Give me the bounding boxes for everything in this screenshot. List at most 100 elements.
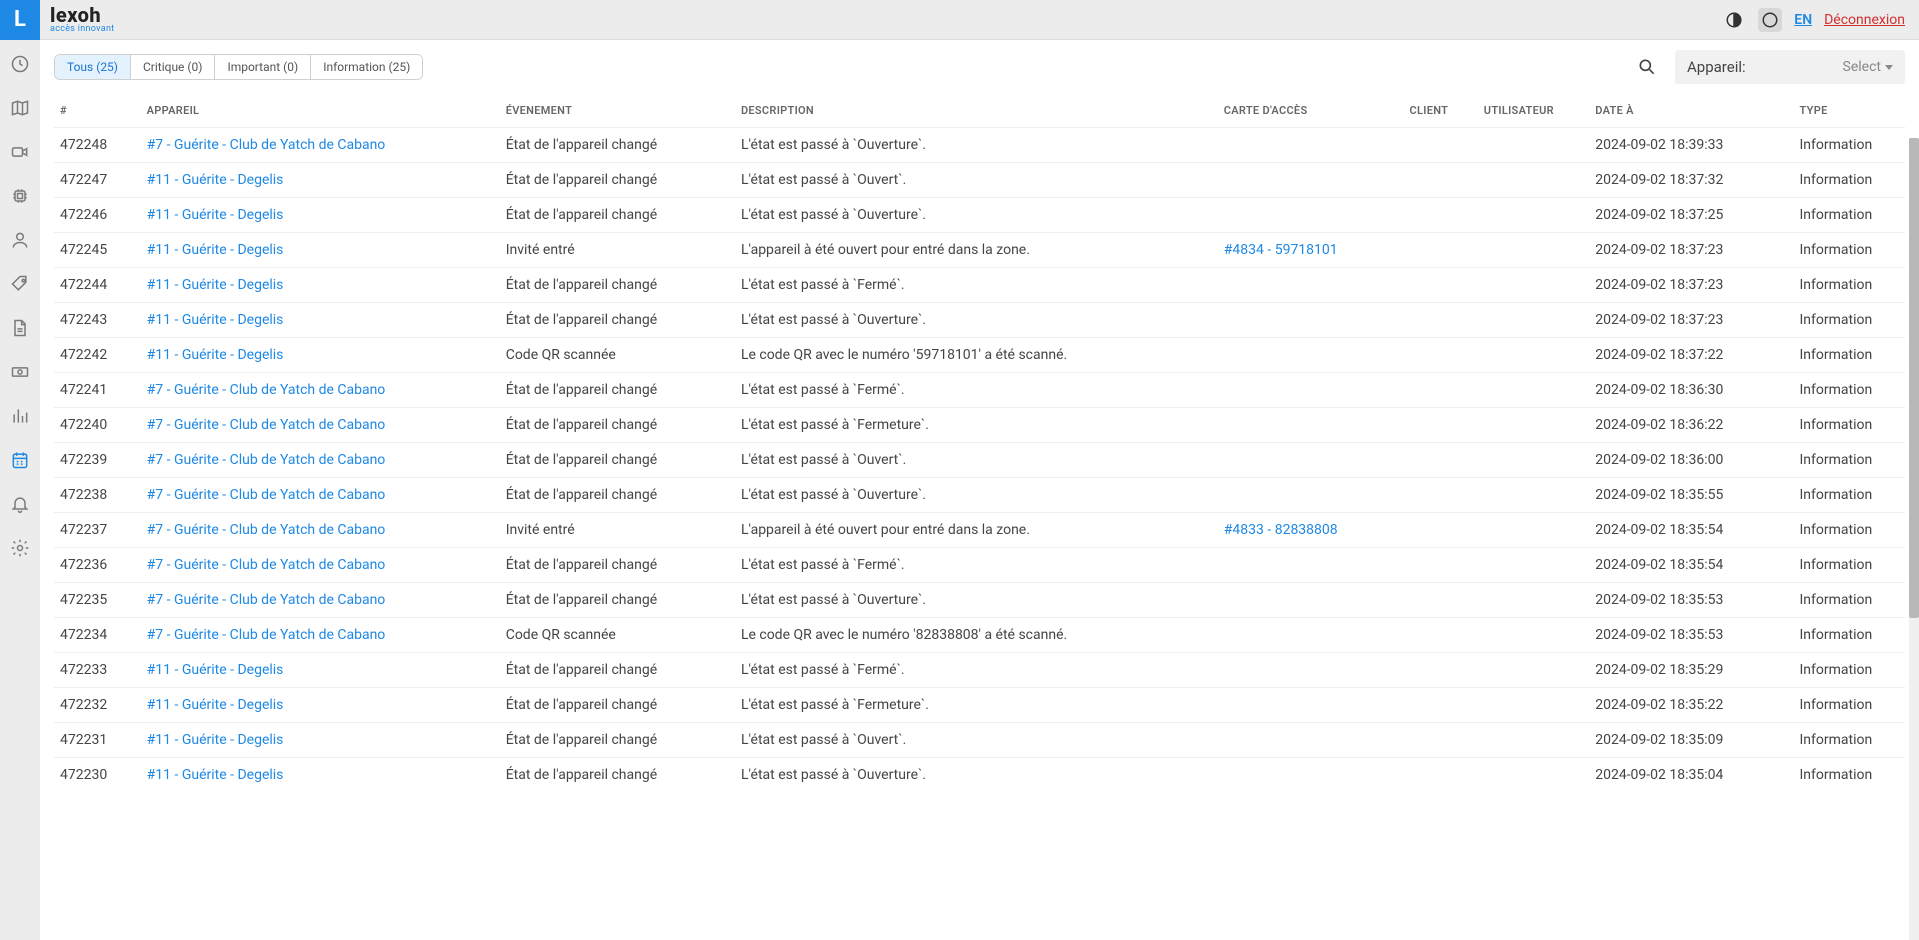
col-device[interactable]: APPAREIL <box>141 90 500 128</box>
table-row[interactable]: 472242#11 - Guérite - DegelisCode QR sca… <box>54 338 1905 373</box>
table-row[interactable]: 472246#11 - Guérite - DegelisÉtat de l'a… <box>54 198 1905 233</box>
table-row[interactable]: 472245#11 - Guérite - DegelisInvité entr… <box>54 233 1905 268</box>
table-row[interactable]: 472247#11 - Guérite - DegelisÉtat de l'a… <box>54 163 1905 198</box>
col-date[interactable]: DATE À <box>1589 90 1793 128</box>
cell-user <box>1478 443 1589 478</box>
device-filter[interactable]: Appareil: Select <box>1675 50 1905 84</box>
col-description[interactable]: DESCRIPTION <box>735 90 1218 128</box>
events-table-wrap[interactable]: # APPAREIL ÉVENEMENT DESCRIPTION CARTE D… <box>40 90 1919 940</box>
table-row[interactable]: 472244#11 - Guérite - DegelisÉtat de l'a… <box>54 268 1905 303</box>
tab-critical[interactable]: Critique (0) <box>131 55 215 79</box>
cell-card <box>1218 548 1404 583</box>
cell-card-link[interactable]: #4833 - 82838808 <box>1224 522 1338 538</box>
cell-client <box>1404 653 1478 688</box>
cell-device-link[interactable]: #7 - Guérite - Club de Yatch de Cabano <box>147 452 386 468</box>
cell-device: #7 - Guérite - Club de Yatch de Cabano <box>141 443 500 478</box>
col-type[interactable]: TYPE <box>1794 90 1906 128</box>
theme-light-toggle[interactable] <box>1758 8 1782 32</box>
col-card[interactable]: CARTE D'ACCÈS <box>1218 90 1404 128</box>
cell-client <box>1404 163 1478 198</box>
table-row[interactable]: 472230#11 - Guérite - DegelisÉtat de l'a… <box>54 758 1905 793</box>
tab-information[interactable]: Information (25) <box>311 55 422 79</box>
theme-dark-toggle[interactable] <box>1722 8 1746 32</box>
nav-chart[interactable] <box>8 404 32 428</box>
cell-device-link[interactable]: #11 - Guérite - Degelis <box>147 207 284 223</box>
cell-event: État de l'appareil changé <box>500 548 735 583</box>
col-user[interactable]: UTILISATEUR <box>1478 90 1589 128</box>
cell-device-link[interactable]: #7 - Guérite - Club de Yatch de Cabano <box>147 382 386 398</box>
cell-device-link[interactable]: #7 - Guérite - Club de Yatch de Cabano <box>147 487 386 503</box>
table-row[interactable]: 472240#7 - Guérite - Club de Yatch de Ca… <box>54 408 1905 443</box>
logo[interactable]: L <box>0 0 40 40</box>
cell-device-link[interactable]: #11 - Guérite - Degelis <box>147 662 284 678</box>
nav-clock[interactable] <box>8 52 32 76</box>
cell-device-link[interactable]: #11 - Guérite - Degelis <box>147 242 284 258</box>
nav-file[interactable] <box>8 316 32 340</box>
cell-device-link[interactable]: #7 - Guérite - Club de Yatch de Cabano <box>147 592 386 608</box>
cell-card-link[interactable]: #4834 - 59718101 <box>1224 242 1338 258</box>
cell-type: Information <box>1794 723 1906 758</box>
table-row[interactable]: 472236 #7 - Guérite - Club de Yatch de Ca… <box>54 548 1905 583</box>
table-row[interactable]: 472237#7 - Guérite - Club de Yatch de Ca… <box>54 513 1905 548</box>
table-row[interactable]: 472232#11 - Guérite - DegelisÉtat de l'a… <box>54 688 1905 723</box>
cell-device-link[interactable]: #7 - Guérite - Club de Yatch de Cabano <box>147 417 386 433</box>
cell-type: Information <box>1794 163 1906 198</box>
cell-id: 472236 <box>54 548 141 583</box>
cell-device-link[interactable]: #7 - Guérite - Club de Yatch de Cabano <box>147 522 386 538</box>
cell-description: L'état est passé à `Ouvert`. <box>735 443 1218 478</box>
cell-device-link[interactable]: #11 - Guérite - Degelis <box>147 312 284 328</box>
col-id[interactable]: # <box>54 90 141 128</box>
table-row[interactable]: 472235#7 - Guérite - Club de Yatch de Ca… <box>54 583 1905 618</box>
nav-device[interactable] <box>8 184 32 208</box>
cell-device-link[interactable]: #11 - Guérite - Degelis <box>147 732 284 748</box>
table-row[interactable]: 472238#7 - Guérite - Club de Yatch de Ca… <box>54 478 1905 513</box>
cell-device-link[interactable]: #7 - Guérite - Club de Yatch de Cabano <box>147 557 386 573</box>
cell-device-link[interactable]: #11 - Guérite - Degelis <box>147 277 284 293</box>
nav-user[interactable] <box>8 228 32 252</box>
nav-bell[interactable] <box>8 492 32 516</box>
cell-description: L'état est passé à `Fermé`. <box>735 653 1218 688</box>
cell-device-link[interactable]: #7 - Guérite - Club de Yatch de Cabano <box>147 137 386 153</box>
cell-device-link[interactable]: #11 - Guérite - Degelis <box>147 347 284 363</box>
cell-card <box>1218 478 1404 513</box>
nav-camera[interactable] <box>8 140 32 164</box>
tab-all[interactable]: Tous (25) <box>55 55 131 79</box>
table-row[interactable]: 472239#7 - Guérite - Club de Yatch de Ca… <box>54 443 1905 478</box>
cell-card <box>1218 583 1404 618</box>
scrollbar-thumb[interactable] <box>1909 138 1919 618</box>
cell-device-link[interactable]: #11 - Guérite - Degelis <box>147 767 284 783</box>
device-filter-select[interactable]: Select <box>1843 59 1893 75</box>
table-row[interactable]: 472231#11 - Guérite - DegelisÉtat de l'a… <box>54 723 1905 758</box>
cell-device-link[interactable]: #11 - Guérite - Degelis <box>147 697 284 713</box>
cell-client <box>1404 373 1478 408</box>
nav-map[interactable] <box>8 96 32 120</box>
search-icon[interactable] <box>1637 57 1657 77</box>
cell-device-link[interactable]: #7 - Guérite - Club de Yatch de Cabano <box>147 627 386 643</box>
nav-tag[interactable] <box>8 272 32 296</box>
cell-event: État de l'appareil changé <box>500 583 735 618</box>
topbar-right: EN Déconnexion <box>1722 8 1905 32</box>
main: Tous (25) Critique (0) Important (0) Inf… <box>40 40 1919 940</box>
cell-date: 2024-09-02 18:36:30 <box>1589 373 1793 408</box>
nav-settings[interactable] <box>8 536 32 560</box>
table-row[interactable]: 472241#7 - Guérite - Club de Yatch de Ca… <box>54 373 1905 408</box>
cell-card <box>1218 303 1404 338</box>
cell-description: Le code QR avec le numéro '82838808' a é… <box>735 618 1218 653</box>
table-row[interactable]: 472243#11 - Guérite - DegelisÉtat de l'a… <box>54 303 1905 338</box>
logout-link[interactable]: Déconnexion <box>1824 12 1905 28</box>
tab-important[interactable]: Important (0) <box>215 55 311 79</box>
table-row[interactable]: 472233#11 - Guérite - DegelisÉtat de l'a… <box>54 653 1905 688</box>
cell-card <box>1218 338 1404 373</box>
col-client[interactable]: CLIENT <box>1404 90 1478 128</box>
nav-money[interactable] <box>8 360 32 384</box>
nav-calendar[interactable] <box>8 448 32 472</box>
table-row[interactable]: 472248#7 - Guérite - Club de Yatch de Ca… <box>54 128 1905 163</box>
col-event[interactable]: ÉVENEMENT <box>500 90 735 128</box>
language-link[interactable]: EN <box>1794 12 1812 28</box>
camera-icon <box>10 142 30 162</box>
cell-user <box>1478 688 1589 723</box>
cell-date: 2024-09-02 18:35:53 <box>1589 583 1793 618</box>
cell-device-link[interactable]: #11 - Guérite - Degelis <box>147 172 284 188</box>
cell-event: Code QR scannée <box>500 338 735 373</box>
table-row[interactable]: 472234#7 - Guérite - Club de Yatch de Ca… <box>54 618 1905 653</box>
